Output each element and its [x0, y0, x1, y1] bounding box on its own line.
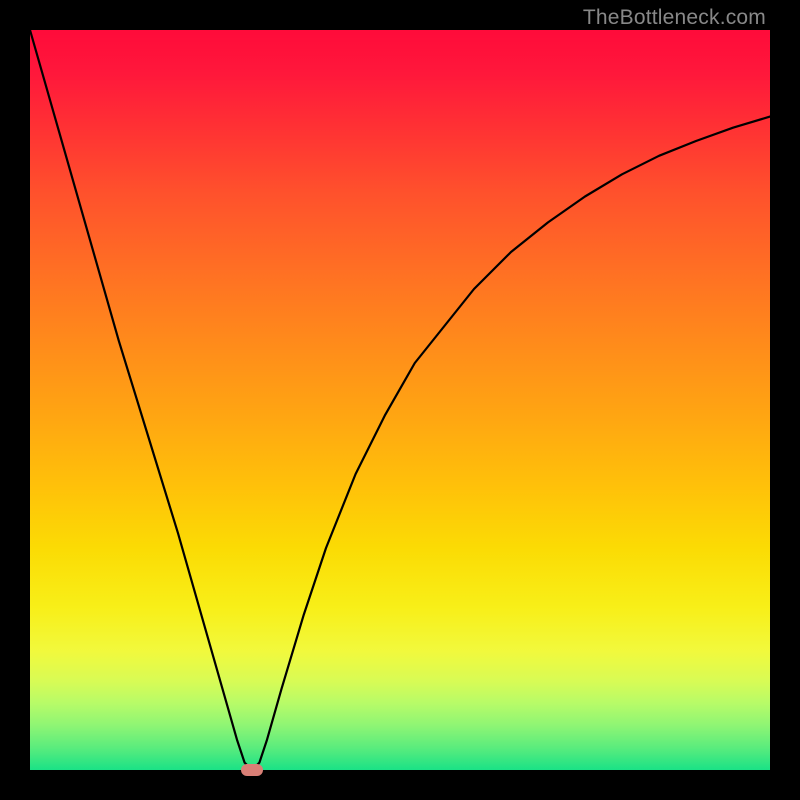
bottleneck-curve-path	[30, 30, 770, 770]
watermark-text: TheBottleneck.com	[583, 6, 766, 30]
curve-svg	[30, 30, 770, 770]
plot-area	[30, 30, 770, 770]
min-marker	[241, 764, 263, 776]
chart-frame: TheBottleneck.com	[0, 0, 800, 800]
